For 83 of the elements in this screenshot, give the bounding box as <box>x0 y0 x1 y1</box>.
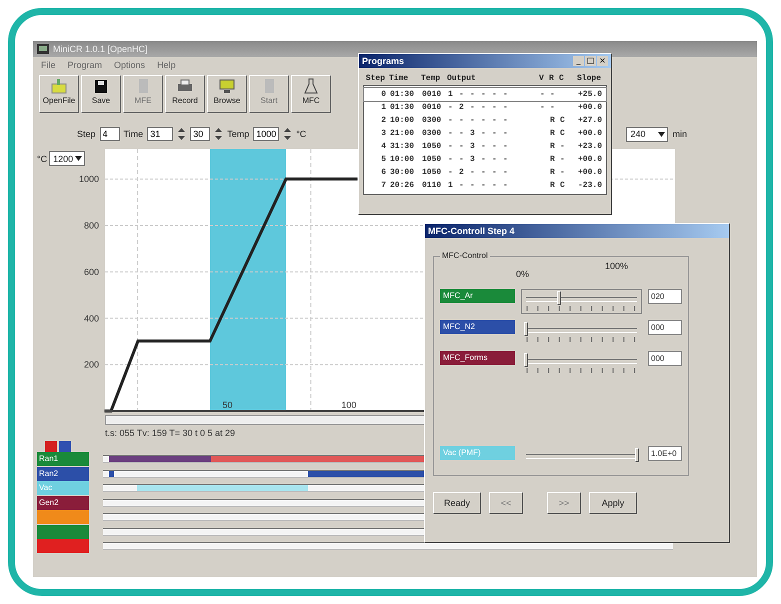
unit-label: min <box>672 129 687 139</box>
program-row[interactable]: 5 10:00 1050 - - 3 - - - R - +00.0 <box>364 153 606 166</box>
column-header: Time <box>389 74 410 83</box>
column-header: Output <box>447 74 477 83</box>
program-row[interactable]: 2 10:00 0300 - - - - - - R C +27.0 <box>364 114 606 127</box>
minutes-field[interactable]: 31 <box>147 127 174 141</box>
window-title: Programs <box>362 56 404 66</box>
channel-label: Vac (PMF) <box>440 446 516 460</box>
channel-label: Ran1 <box>37 452 89 466</box>
scale-dropdown[interactable]: 240 <box>626 126 668 142</box>
column-header: R <box>549 74 555 83</box>
time-label: Time <box>124 129 144 139</box>
axis-label: 100 <box>341 400 356 410</box>
channel-label: MFC_Forms <box>440 351 516 365</box>
menu-item[interactable]: File <box>41 60 56 70</box>
value-field[interactable]: 1.0E+0 <box>648 446 682 461</box>
toolbar-button[interactable]: Browse <box>207 75 247 113</box>
unit-label: °C <box>37 154 48 164</box>
channel-label: MFC_N2 <box>440 320 516 334</box>
axis-label: 400 <box>84 313 99 324</box>
window-title: MFC-Controll Step 4 <box>428 226 514 236</box>
menu-item[interactable]: Options <box>114 60 146 70</box>
unit-label: °C <box>296 129 306 139</box>
toolbar-button[interactable]: Record <box>165 75 205 113</box>
toolbar-button[interactable]: MFC <box>291 75 331 113</box>
column-header: Temp <box>421 74 442 83</box>
axis-label: 1000 <box>78 174 99 184</box>
toolbar-button[interactable]: Save <box>81 75 121 113</box>
scale-dropdown[interactable]: 1200 <box>49 151 86 166</box>
slider-thumb[interactable] <box>557 291 562 305</box>
spinner-icon[interactable] <box>283 126 292 142</box>
axis-label: 50 <box>222 400 232 410</box>
channel-label: MFC_Ar <box>440 289 516 303</box>
program-row[interactable]: 6 30:00 1050 - 2 - - - - R - +00.0 <box>364 166 606 179</box>
max-label: 100% <box>605 261 628 273</box>
column-header: V <box>539 74 545 83</box>
spinner-icon[interactable] <box>214 126 224 142</box>
slider-thumb[interactable] <box>524 322 528 336</box>
dialog-button[interactable]: Ready <box>433 492 481 514</box>
value-field[interactable]: 020 <box>648 289 682 304</box>
column-header: Step <box>364 74 386 83</box>
channel-label: Vac <box>37 481 89 496</box>
caret-icon <box>658 132 666 136</box>
caret-icon <box>75 156 82 161</box>
min-label: 0% <box>516 269 530 281</box>
axis-label: 200 <box>84 360 99 370</box>
close-button[interactable]: × <box>597 56 608 66</box>
axis-label: 600 <box>84 266 99 277</box>
monitor-icon <box>218 78 236 94</box>
group-label: MFC-Control <box>440 251 490 260</box>
menu-item[interactable]: Program <box>68 60 102 70</box>
menu-item[interactable]: Help <box>157 60 176 70</box>
minimize-button[interactable]: _ <box>573 56 584 66</box>
step-label: Step <box>77 129 96 139</box>
program-row[interactable]: 1 01:30 0010 - 2 - - - - - - +00.0 <box>364 101 606 114</box>
program-row[interactable]: 3 21:00 0300 - - 3 - - - R C +00.0 <box>364 127 606 140</box>
slider[interactable] <box>521 289 642 314</box>
temp-field[interactable]: 1000 <box>253 127 280 141</box>
toolbar-button[interactable]: OpenFile <box>39 75 79 113</box>
program-row[interactable]: 4 31:30 1050 - - 3 - - - R - +23.0 <box>364 140 606 153</box>
step-field[interactable]: 4 <box>100 127 120 141</box>
spinner-icon[interactable] <box>177 126 186 142</box>
axis-label: 800 <box>84 220 99 231</box>
window-title: MiniCR 1.0.1 [OpenHC] <box>53 44 148 54</box>
folder-icon <box>50 78 68 94</box>
slider-thumb[interactable] <box>635 448 639 462</box>
value-field[interactable]: 000 <box>648 351 682 366</box>
channel-label: Ran2 <box>37 466 89 481</box>
seconds-field[interactable]: 30 <box>190 127 210 141</box>
maximize-button[interactable]: □ <box>585 56 596 66</box>
value-field[interactable]: 000 <box>648 320 682 335</box>
program-row[interactable]: 0 01:30 0010 1 - - - - - - - +25.0 <box>364 88 606 101</box>
printer-icon <box>176 78 194 94</box>
dialog-button[interactable]: Apply <box>589 492 637 514</box>
temp-label: Temp <box>227 129 250 139</box>
app-icon <box>37 44 49 54</box>
channel-label: Gen2 <box>37 496 89 510</box>
status-text: t.s: 055 Tv: 159 T= 30 t 0 5 at 29 <box>105 427 236 440</box>
flask-icon <box>302 78 320 94</box>
column-header: Slope <box>576 74 601 83</box>
program-row[interactable]: 7 20:26 0110 1 - - - - - R C -23.0 <box>364 179 606 192</box>
column-header: C <box>559 74 565 83</box>
slider-thumb[interactable] <box>524 353 528 367</box>
